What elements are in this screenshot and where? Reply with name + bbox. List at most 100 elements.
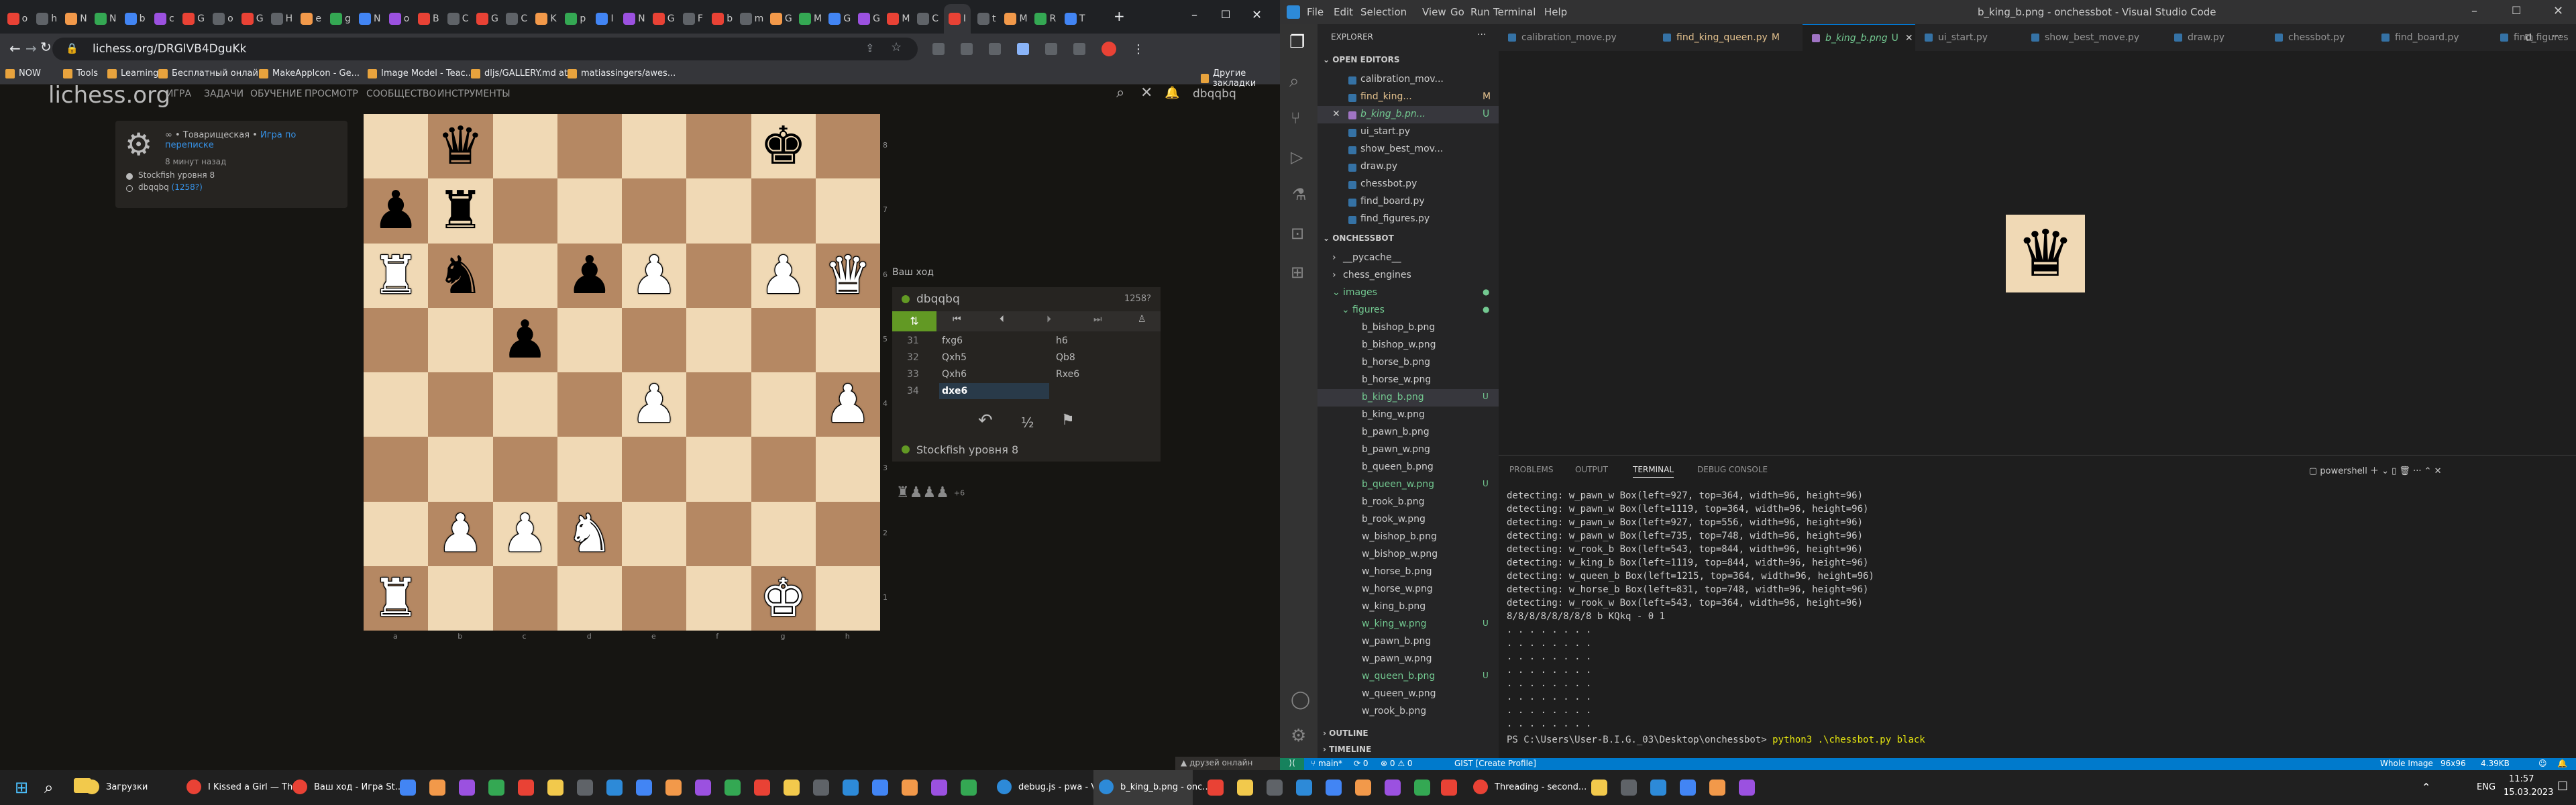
forward-icon[interactable]: →: [25, 40, 37, 56]
pinned-app-icon[interactable]: [1326, 780, 1342, 796]
editor-tab[interactable]: draw.py: [2165, 24, 2265, 51]
tree-item[interactable]: w_pawn_b.png: [1318, 633, 1499, 651]
prev-move-button[interactable]: ⏴: [1000, 314, 1004, 325]
tree-item[interactable]: w_king_b.png: [1318, 598, 1499, 616]
tree-item[interactable]: w_queen_b.png U: [1318, 668, 1499, 686]
browser-tab[interactable]: G: [826, 4, 853, 34]
editor-tab[interactable]: calibration_move.py: [1499, 24, 1654, 51]
search-icon[interactable]: ⌕: [1289, 71, 1299, 92]
clock-date[interactable]: 15.03.2023: [2504, 788, 2553, 798]
player-top-name[interactable]: dbqqbq: [916, 292, 960, 306]
tree-item[interactable]: b_pawn_w.png: [1318, 441, 1499, 459]
browser-tab[interactable]: G: [767, 4, 794, 34]
pinned-app-icon[interactable]: [784, 780, 800, 796]
extension-icon[interactable]: [932, 43, 945, 55]
browser-tab[interactable]: C: [445, 4, 472, 34]
panel-tab[interactable]: DEBUG CONSOLE: [1697, 465, 1768, 474]
tree-item[interactable]: w_queen_w.png: [1318, 686, 1499, 703]
board-square[interactable]: [557, 437, 622, 502]
browser-tab[interactable]: M: [1003, 4, 1030, 34]
board-square[interactable]: [815, 307, 880, 372]
board-square[interactable]: [622, 307, 687, 372]
board-square[interactable]: [364, 307, 429, 372]
panel-tab[interactable]: PROBLEMS: [1509, 465, 1554, 474]
tree-item[interactable]: b_rook_b.png: [1318, 494, 1499, 511]
extension-icon[interactable]: [961, 43, 973, 55]
extensions-icon[interactable]: ⊞: [1291, 263, 1304, 282]
bookmark-item[interactable]: Бесплатный онлайн: [158, 68, 264, 78]
board-square[interactable]: [815, 114, 880, 179]
notifications-icon[interactable]: 🔔: [2557, 759, 2567, 768]
tree-item[interactable]: ⌄ figures ●: [1318, 302, 1499, 319]
gist-status[interactable]: GIST [Create Profile]: [1454, 759, 1536, 768]
explorer-more-icon[interactable]: ···: [1477, 30, 1486, 40]
white-pawn-piece[interactable]: ♟: [493, 502, 557, 566]
menu-item[interactable]: Terminal: [1493, 6, 1536, 18]
open-editor-item[interactable]: ui_start.py: [1318, 123, 1499, 141]
menu-item[interactable]: Edit: [1334, 6, 1353, 18]
resign-flag-button[interactable]: ⚑: [1061, 412, 1075, 429]
pinned-app-icon[interactable]: [1441, 780, 1457, 796]
open-editors-header[interactable]: ⌄ OPEN EDITORS: [1323, 55, 1400, 64]
browser-tab[interactable]: T: [1061, 4, 1088, 34]
tree-item[interactable]: w_horse_w.png: [1318, 581, 1499, 598]
menu-dots-icon[interactable]: ⋮: [1132, 42, 1144, 56]
open-editor-item[interactable]: draw.py: [1318, 158, 1499, 176]
nav-link[interactable]: ИНСТРУМЕНТЫ: [437, 89, 511, 99]
pinned-app-icon[interactable]: [902, 780, 918, 796]
extension-icon[interactable]: [989, 43, 1001, 55]
white-knight-piece[interactable]: ♞: [557, 502, 622, 566]
browser-tab[interactable]: o: [386, 4, 413, 34]
share-icon[interactable]: ⇪: [865, 42, 874, 54]
browser-tab[interactable]: M: [885, 4, 912, 34]
profile-avatar[interactable]: [1102, 42, 1116, 56]
pinned-app-icon[interactable]: [1591, 780, 1607, 796]
browser-tab[interactable]: c: [151, 4, 178, 34]
browser-tab[interactable]: B: [415, 4, 442, 34]
analysis-icon[interactable]: ♙: [1138, 314, 1146, 325]
browser-tab[interactable]: b: [709, 4, 736, 34]
white-move[interactable]: Qxh6: [939, 366, 1049, 382]
black-king-piece[interactable]: ♚: [751, 114, 816, 178]
pinned-app-icon[interactable]: [813, 780, 829, 796]
browser-tab[interactable]: N: [356, 4, 383, 34]
board-square[interactable]: [751, 437, 816, 502]
tree-item[interactable]: › __pycache__: [1318, 250, 1499, 267]
tree-item[interactable]: w_rook_b.png: [1318, 703, 1499, 720]
player-black[interactable]: dbqqbq (1258?): [138, 182, 203, 192]
search-icon[interactable]: ⌕: [44, 778, 53, 797]
white-pawn-piece[interactable]: ♟: [622, 372, 686, 437]
account-icon[interactable]: ◯: [1291, 690, 1310, 710]
board-square[interactable]: [557, 178, 622, 244]
url-box[interactable]: 🔒 lichess.org/DRGlVB4DguKk ⇪ ☆: [52, 38, 918, 60]
close-tab-icon[interactable]: ✕: [1905, 33, 1913, 44]
board-square[interactable]: [686, 114, 751, 179]
pinned-app-icon[interactable]: [636, 780, 652, 796]
pinned-app-icon[interactable]: [1739, 780, 1755, 796]
clock-time[interactable]: 11:57: [2509, 774, 2534, 784]
source-control-icon[interactable]: ⑂: [1291, 109, 1300, 127]
open-editor-item[interactable]: show_best_mov...: [1318, 141, 1499, 158]
tree-item[interactable]: b_king_w.png: [1318, 407, 1499, 424]
black-move[interactable]: h6: [1056, 335, 1068, 346]
close-window-button[interactable]: ✕: [2553, 4, 2563, 18]
board-square[interactable]: [815, 437, 880, 502]
terminal-shell[interactable]: ▢ powershell ＋ ⌄ ▯ 🗑 ··· ⌃ ✕: [2309, 464, 2442, 476]
pinned-app-icon[interactable]: [577, 780, 593, 796]
board-square[interactable]: [686, 243, 751, 308]
manage-gear-icon[interactable]: ⚙: [1291, 726, 1306, 746]
chess-board[interactable]: ♛ ♚ ♟ ♜ ♜ ♞ ♟ ♟ ♟ ♛ ♟ ♟ ♟ ♟ ♟ ♞ ♜ ♚: [364, 114, 880, 631]
flip-board-button[interactable]: ⇅: [892, 311, 936, 331]
browser-tab[interactable]: M: [797, 4, 824, 34]
menu-item[interactable]: View: [1422, 6, 1446, 18]
editor-tab[interactable]: chessbot.py: [2265, 24, 2372, 51]
board-square[interactable]: [815, 178, 880, 244]
board-square[interactable]: [557, 566, 622, 631]
board-square[interactable]: [492, 243, 557, 308]
open-editor-item[interactable]: chessbot.py: [1318, 176, 1499, 193]
board-square[interactable]: [686, 178, 751, 244]
pinned-app-icon[interactable]: [606, 780, 623, 796]
pinned-app-icon[interactable]: [459, 780, 475, 796]
browser-tab[interactable]: G: [856, 4, 883, 34]
open-editor-item[interactable]: ✕ b_king_b.pn... U: [1318, 106, 1499, 123]
